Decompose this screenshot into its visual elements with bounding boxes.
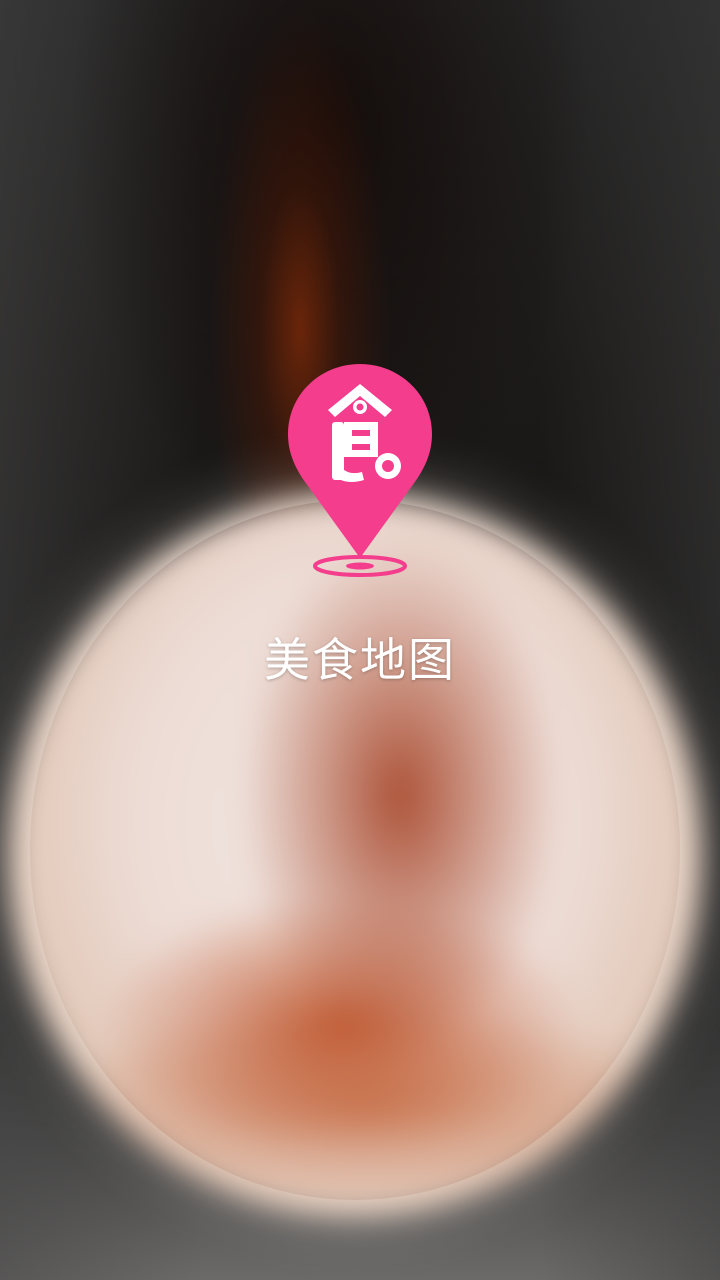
map-pin-food-icon	[288, 364, 432, 577]
app-title: 美食地图	[264, 633, 456, 687]
splash-screen: 美食地图	[0, 0, 720, 1280]
food-plate-rim	[30, 500, 680, 1200]
